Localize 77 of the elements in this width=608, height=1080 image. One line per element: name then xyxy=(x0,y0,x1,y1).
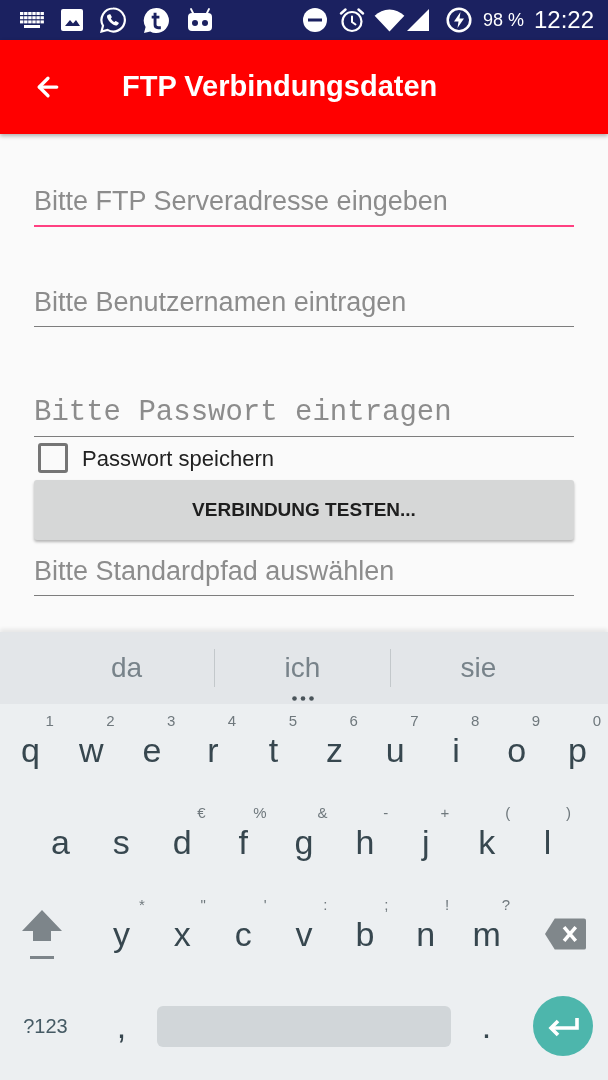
key-hint: & xyxy=(317,804,328,822)
key-hint: 5 xyxy=(288,712,297,730)
keyboard-key[interactable]: i 8 xyxy=(425,704,487,796)
key-hint: % xyxy=(253,804,267,822)
wifi-icon xyxy=(373,8,405,32)
keyboard-key[interactable]: r 4 xyxy=(182,704,244,796)
keyboard-key[interactable]: s xyxy=(90,796,152,888)
image-icon xyxy=(61,9,83,31)
keyboard-key[interactable]: p 0 xyxy=(547,704,608,796)
checkbox-label[interactable]: Passwort speichern xyxy=(82,441,274,475)
key-hint: 1 xyxy=(45,712,54,730)
alarm-clock-icon xyxy=(338,7,365,33)
keyboard-key[interactable]: . xyxy=(456,980,517,1072)
key-hint: 8 xyxy=(471,712,480,730)
keyboard-key[interactable]: q 1 xyxy=(0,704,61,796)
key-hint: ? xyxy=(501,896,510,914)
key-hint: - xyxy=(383,804,389,822)
key-hint: ( xyxy=(505,804,511,822)
symbols-key[interactable]: ?123 xyxy=(0,980,91,1072)
key-hint: ; xyxy=(384,896,389,914)
key-hint: 9 xyxy=(531,712,541,730)
shift-icon xyxy=(22,909,62,959)
keyboard-key[interactable]: g & xyxy=(273,796,335,888)
key-hint: 4 xyxy=(227,712,237,730)
keyboard-key[interactable]: l ) xyxy=(517,796,578,888)
phone-bubble-icon xyxy=(100,7,126,33)
minus-circle-icon xyxy=(302,8,327,32)
keyboard-key[interactable]: b ; xyxy=(334,888,396,980)
keyboard-key[interactable]: u 7 xyxy=(364,704,426,796)
more-dots-icon xyxy=(291,696,314,701)
test-connection-button[interactable]: VERBINDUNG TESTEN... xyxy=(34,480,574,540)
key-hint: : xyxy=(323,896,328,914)
letter-bubble-icon xyxy=(143,6,170,34)
input-field[interactable]: Bitte Benutzernamen eintragen xyxy=(34,278,574,327)
keyboard-key[interactable]: w 2 xyxy=(60,704,122,796)
keyboard-key[interactable]: m ? xyxy=(456,888,517,980)
enter-icon xyxy=(533,996,593,1056)
key-hint: " xyxy=(200,896,206,914)
backspace-icon xyxy=(544,918,586,950)
keyboard-key[interactable]: o 9 xyxy=(486,704,548,796)
keyboard-key[interactable]: v : xyxy=(273,888,335,980)
checkbox[interactable] xyxy=(38,443,68,473)
key-hint: ' xyxy=(263,896,267,914)
keyboard-key[interactable]: j + xyxy=(395,796,457,888)
input-field[interactable]: Bitte Standardpfad auswählen xyxy=(34,547,574,596)
keyboard-icon xyxy=(20,12,44,28)
keyboard-key[interactable]: x " xyxy=(151,888,213,980)
key-hint: € xyxy=(197,804,206,822)
keyboard-key[interactable]: z 6 xyxy=(304,704,365,796)
keyboard-key[interactable]: d € xyxy=(151,796,213,888)
key-hint: 2 xyxy=(106,712,115,730)
input-field[interactable]: Bitte Passwort eintragen xyxy=(34,388,574,437)
keyboard-key[interactable]: h - xyxy=(334,796,396,888)
key-hint: + xyxy=(440,804,450,822)
keyboard-key[interactable]: e 3 xyxy=(121,704,183,796)
keyboard-key[interactable]: y * xyxy=(91,888,152,980)
key-hint: ! xyxy=(445,896,450,914)
battery-percent: 98 % xyxy=(482,8,524,32)
clock-time: 12:22 xyxy=(533,5,594,35)
keyboard-key[interactable]: t 5 xyxy=(243,704,304,796)
key-hint: 0 xyxy=(592,712,601,730)
key-hint: ) xyxy=(566,804,571,822)
keyboard-key[interactable]: k ( xyxy=(456,796,518,888)
keyboard-key[interactable]: a xyxy=(30,796,91,888)
key-hint: 6 xyxy=(349,712,358,730)
robot-icon xyxy=(187,8,213,32)
input-field[interactable]: Bitte FTP Serveradresse eingeben xyxy=(34,178,574,227)
key-hint: * xyxy=(139,896,145,914)
keyboard-key[interactable]: f % xyxy=(212,796,274,888)
keyboard-key[interactable]: n ! xyxy=(395,888,457,980)
keyboard-key[interactable]: , xyxy=(91,980,152,1072)
signal-icon xyxy=(406,9,429,31)
key-hint: 7 xyxy=(410,712,419,730)
screen-title: FTP Verbindungsdaten xyxy=(122,69,438,105)
key-hint: 3 xyxy=(167,712,176,730)
battery-charging-icon xyxy=(445,7,472,33)
keyboard-key[interactable]: c ' xyxy=(212,888,274,980)
